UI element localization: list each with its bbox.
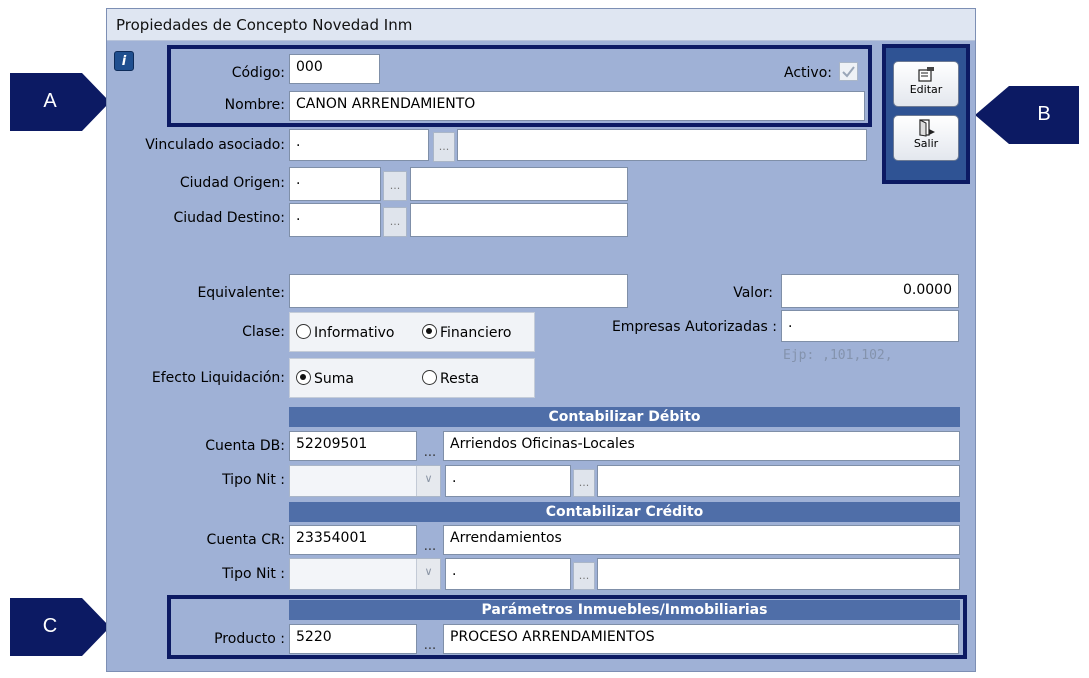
ciudad-origen-name-field[interactable] xyxy=(410,167,628,201)
info-icon-glyph: i xyxy=(121,54,127,69)
ciudad-origen-label: Ciudad Origen: xyxy=(179,175,285,191)
edit-icon xyxy=(918,67,934,82)
callout-a-label: A xyxy=(43,90,57,112)
callout-b-label: B xyxy=(1037,103,1051,125)
callout-c-label: C xyxy=(42,615,58,637)
producto-code-field[interactable]: 5220 xyxy=(289,624,417,654)
tipo-nit-cr-code-field[interactable]: . xyxy=(445,558,571,590)
equivalente-label: Equivalente: xyxy=(197,285,285,301)
cuenta-db-lookup-button[interactable]: ... xyxy=(419,446,441,461)
tipo-nit-db-lookup-button[interactable]: ... xyxy=(573,469,595,497)
codigo-label: Código: xyxy=(231,65,285,81)
clase-option-financiero-label: Financiero xyxy=(440,325,512,341)
empresas-field[interactable]: . xyxy=(781,310,959,342)
tipo-nit-db-name-field[interactable] xyxy=(597,465,960,497)
clase-option-informativo-label: Informativo xyxy=(314,325,395,341)
ciudad-origen-code-field[interactable]: . xyxy=(289,167,381,201)
debito-header: Contabilizar Débito xyxy=(289,407,960,427)
cuenta-db-code-field[interactable]: 52209501 xyxy=(289,431,417,461)
cuenta-db-name-field[interactable]: Arriendos Oficinas-Locales xyxy=(443,431,960,461)
clase-label: Clase: xyxy=(242,324,285,340)
callout-c: C xyxy=(10,598,110,656)
ciudad-destino-code-field[interactable]: . xyxy=(289,203,381,237)
nombre-field[interactable]: CANON ARRENDAMIENTO xyxy=(289,91,865,121)
valor-field[interactable]: 0.0000 xyxy=(781,274,959,308)
tipo-nit-cr-lookup-button[interactable]: ... xyxy=(573,562,595,590)
chevron-down-icon[interactable]: ∨ xyxy=(416,466,440,496)
radio-icon xyxy=(422,370,437,385)
chevron-down-icon[interactable]: ∨ xyxy=(416,559,440,589)
exit-button[interactable]: Salir xyxy=(893,115,959,161)
info-icon[interactable]: i xyxy=(114,51,134,71)
activo-checkbox[interactable] xyxy=(839,62,858,81)
producto-name-field[interactable]: PROCESO ARRENDAMIENTOS xyxy=(443,624,959,654)
vinculado-label: Vinculado asociado: xyxy=(145,137,285,153)
radio-selected-icon xyxy=(422,324,437,339)
vinculado-name-field[interactable] xyxy=(457,129,867,161)
efecto-label: Efecto Liquidación: xyxy=(151,370,285,386)
tipo-nit-db-label: Tipo Nit : xyxy=(222,472,285,488)
producto-label: Producto : xyxy=(214,631,285,647)
empresas-label: Empresas Autorizadas : xyxy=(611,319,777,335)
exit-button-label: Salir xyxy=(913,137,939,150)
radio-icon xyxy=(296,324,311,339)
cuenta-db-label: Cuenta DB: xyxy=(205,438,285,454)
callout-b: B xyxy=(975,86,1079,144)
ciudad-destino-label: Ciudad Destino: xyxy=(173,210,285,226)
ciudad-destino-name-field[interactable] xyxy=(410,203,628,237)
parametros-header: Parámetros Inmuebles/Inmobiliarias xyxy=(289,600,960,620)
valor-label: Valor: xyxy=(733,285,773,301)
window-title: Propiedades de Concepto Novedad Inm xyxy=(116,16,413,34)
empresas-hint: Ejp: ,101,102, xyxy=(783,348,893,363)
efecto-radio-group: Suma Resta xyxy=(289,358,535,398)
tipo-nit-cr-label: Tipo Nit : xyxy=(222,566,285,582)
cuenta-cr-code-field[interactable]: 23354001 xyxy=(289,525,417,555)
vinculado-code-field[interactable]: . xyxy=(289,129,429,161)
nombre-label: Nombre: xyxy=(224,97,285,113)
ciudad-destino-lookup-button[interactable]: ... xyxy=(383,207,407,237)
efecto-option-suma-label: Suma xyxy=(314,371,354,387)
efecto-option-suma[interactable]: Suma xyxy=(296,370,354,387)
edit-button-label: Editar xyxy=(909,83,943,96)
ciudad-origen-lookup-button[interactable]: ... xyxy=(383,171,407,201)
tipo-nit-cr-name-field[interactable] xyxy=(597,558,960,590)
radio-selected-icon xyxy=(296,370,311,385)
efecto-option-resta[interactable]: Resta xyxy=(422,370,479,387)
title-bar: Propiedades de Concepto Novedad Inm xyxy=(107,9,975,41)
clase-option-financiero[interactable]: Financiero xyxy=(422,324,511,341)
cuenta-cr-label: Cuenta CR: xyxy=(206,532,285,548)
vinculado-lookup-button[interactable]: ... xyxy=(433,132,455,162)
clase-radio-group: Informativo Financiero xyxy=(289,312,535,352)
equivalente-field[interactable] xyxy=(289,274,628,308)
callout-a: A xyxy=(10,73,110,131)
producto-lookup-button[interactable]: ... xyxy=(419,639,441,654)
properties-window: Propiedades de Concepto Novedad Inm i Có… xyxy=(106,8,976,672)
efecto-option-resta-label: Resta xyxy=(440,371,480,387)
cuenta-cr-lookup-button[interactable]: ... xyxy=(419,540,441,555)
check-icon xyxy=(842,66,855,78)
codigo-field[interactable]: 000 xyxy=(289,54,380,84)
exit-door-icon xyxy=(919,119,935,137)
clase-option-informativo[interactable]: Informativo xyxy=(296,324,394,341)
credito-header: Contabilizar Crédito xyxy=(289,502,960,522)
cuenta-cr-name-field[interactable]: Arrendamientos xyxy=(443,525,960,555)
activo-label: Activo: xyxy=(784,65,832,81)
tipo-nit-db-code-field[interactable]: . xyxy=(445,465,571,497)
edit-button[interactable]: Editar xyxy=(893,61,959,107)
